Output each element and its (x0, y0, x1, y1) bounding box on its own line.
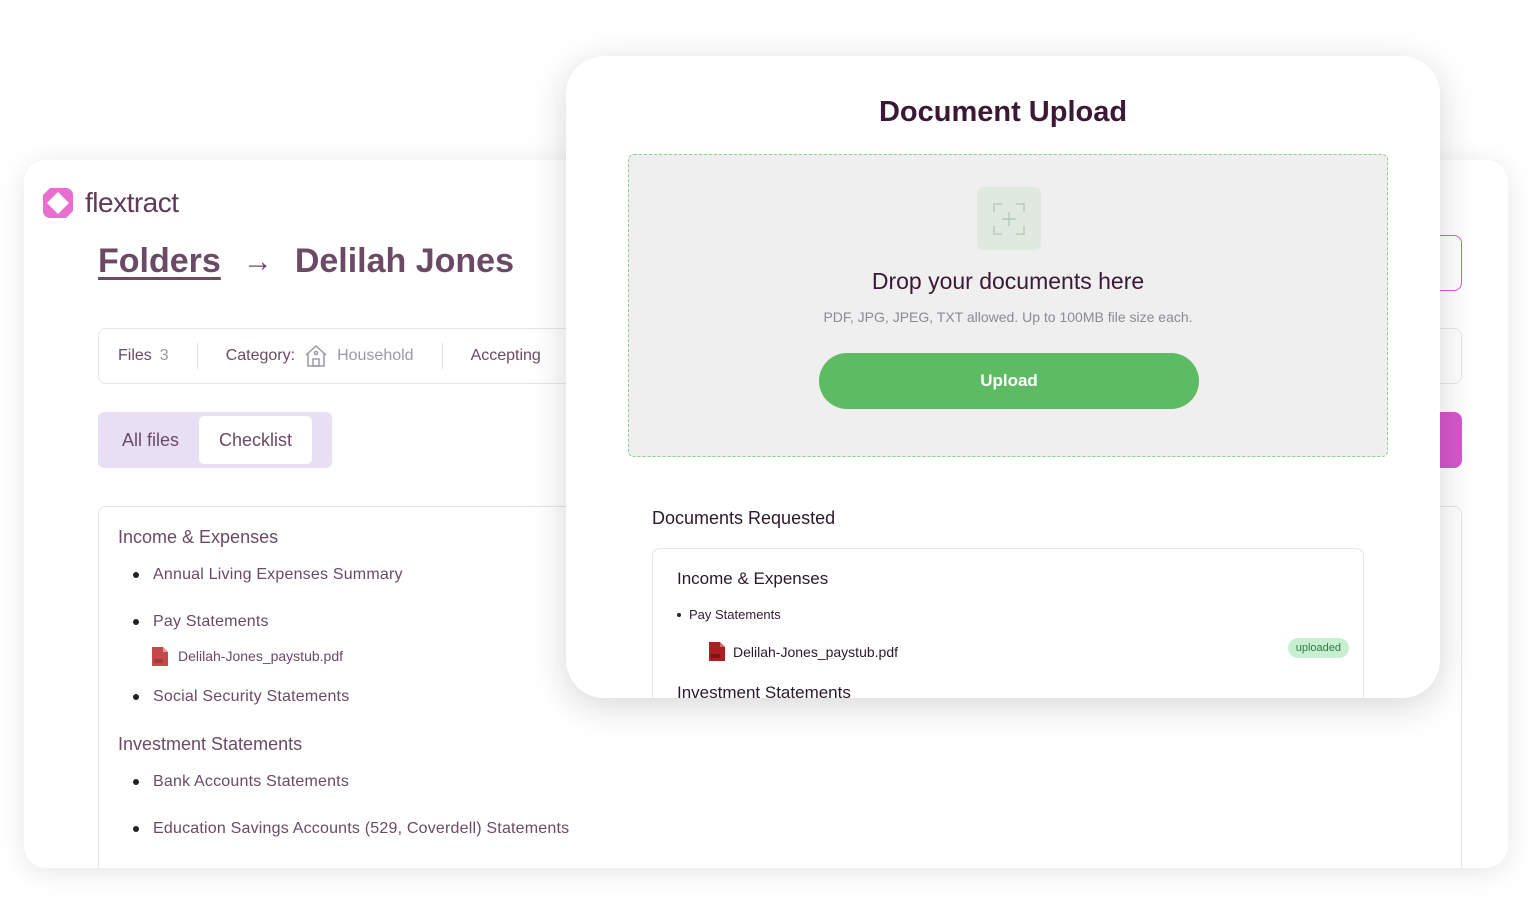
section-title: Investment Statements (118, 734, 303, 754)
tab-all-files[interactable]: All files (102, 416, 199, 464)
breadcrumb-folders-link[interactable]: Folders (98, 242, 221, 281)
bullet (133, 572, 139, 578)
dropzone-subtitle: PDF, JPG, JPEG, TXT allowed. Up to 100MB… (823, 309, 1193, 325)
list-item-label: Bank Accounts Statements (153, 773, 350, 790)
list-item-label: Annual Living Expenses Summary (153, 566, 403, 583)
file-name: Delilah-Jones_paystub.pdf (178, 648, 343, 664)
file-row[interactable]: Delilah-Jones_paystub.pdf uploaded (709, 638, 1349, 661)
modal-title: Document Upload (878, 96, 1128, 128)
bullet (133, 619, 139, 625)
dropzone-title: Drop your documents here (871, 268, 1145, 294)
list-item[interactable]: Bank Accounts Statements (133, 772, 1461, 792)
accepting-info: Accepting (471, 347, 541, 365)
list-item: Pay Statements (677, 607, 1339, 622)
category-value: Household (337, 347, 414, 364)
document-upload-modal: Document Upload Drop your documents here… (566, 56, 1440, 698)
divider (196, 343, 198, 369)
files-label: Files (118, 347, 152, 364)
upload-button[interactable]: Upload (819, 353, 1199, 409)
bullet (133, 694, 139, 700)
arrow-right-icon: → (242, 244, 273, 278)
list-item[interactable]: Education Savings Accounts (529, Coverde… (133, 819, 1461, 839)
section-title: Income & Expenses (677, 569, 829, 588)
divider (441, 343, 443, 369)
files-count: 3 (159, 347, 169, 364)
list-item-label: Pay Statements (153, 613, 269, 630)
breadcrumb: Folders → Delilah Jones (98, 242, 514, 281)
page-title: Delilah Jones (294, 242, 515, 280)
list-item-label: Education Savings Accounts (529, Coverde… (153, 820, 570, 837)
status-badge: uploaded (1287, 638, 1349, 658)
category-info: Category: Household (226, 343, 414, 369)
view-toggle: All files Checklist (98, 412, 332, 468)
list-item-label: Social Security Statements (153, 688, 350, 705)
category-label: Category: (225, 347, 296, 364)
pdf-file-icon (709, 642, 725, 661)
add-file-icon (977, 187, 1041, 250)
logo: flextract (41, 186, 179, 220)
section-title: Investment Statements (677, 683, 851, 698)
flextract-logo-icon (43, 188, 73, 218)
bullet (133, 779, 139, 785)
tab-checklist[interactable]: Checklist (199, 416, 313, 464)
files-info: Files 3 (118, 347, 169, 365)
bullet (677, 612, 681, 617)
bullet (133, 826, 139, 832)
accepting-label: Accepting (470, 347, 541, 364)
dropzone[interactable]: Drop your documents here PDF, JPG, JPEG,… (628, 154, 1388, 457)
list-item-label: Pay Statements (689, 607, 781, 622)
documents-requested-card: Income & Expenses Pay Statements Delilah… (652, 548, 1364, 698)
pdf-file-icon (152, 646, 168, 666)
house-icon (305, 344, 327, 367)
brand-name: flextract (85, 187, 179, 218)
documents-requested-title: Documents Requested (652, 508, 836, 528)
stage: flextract Folders → Delilah Jones Files … (0, 0, 1532, 900)
file-name: Delilah-Jones_paystub.pdf (733, 643, 898, 660)
